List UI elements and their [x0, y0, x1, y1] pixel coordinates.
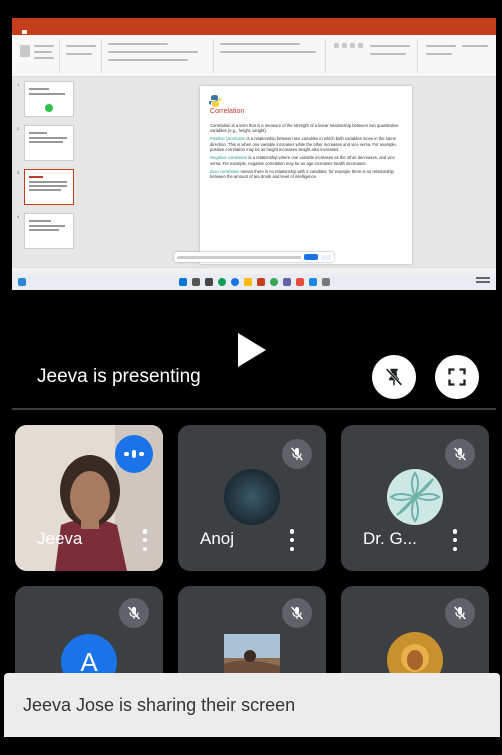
ppt-title-bar: [12, 18, 496, 28]
taskbar-app-icon: [256, 278, 265, 286]
taskbar-app-icon: [295, 278, 304, 286]
more-options-icon[interactable]: [142, 529, 148, 551]
share-bar-text: [177, 255, 302, 259]
participant-name: Dr. G...: [363, 529, 417, 548]
participant-tile-anoj[interactable]: Anoj: [178, 425, 326, 571]
taskbar-app-icon: [269, 278, 278, 286]
ppt-ribbon-tabs: [12, 28, 496, 35]
taskbar-app-icon: [178, 278, 187, 286]
play-icon[interactable]: [238, 333, 266, 367]
slide-paragraph: Positive correlation is a relationship b…: [210, 136, 397, 153]
fullscreen-icon: [448, 368, 466, 386]
taskbar-app-icon: [321, 278, 330, 286]
slide-thumbnail-selected[interactable]: 3: [17, 169, 74, 205]
current-slide: Correlation Correlation is a term that i…: [200, 86, 412, 264]
slide-paragraph: Negative correlation is a relationship w…: [210, 155, 395, 166]
participant-tile-jeeva[interactable]: Jeeva: [15, 425, 163, 571]
stage-divider: [12, 408, 496, 410]
taskbar-app-icon: [243, 278, 252, 286]
mic-off-icon: [291, 606, 303, 620]
muted-indicator: [119, 598, 149, 628]
unpin-button[interactable]: [372, 355, 416, 399]
taskbar-app-icon: [230, 278, 239, 286]
mic-off-icon: [454, 447, 466, 461]
slide-thumbnail[interactable]: 4: [17, 213, 74, 249]
taskbar-app-icon: [282, 278, 291, 286]
mic-off-icon: [291, 447, 303, 461]
participant-tile-dr-g[interactable]: Dr. G...: [341, 425, 489, 571]
muted-indicator: [282, 439, 312, 469]
windows-taskbar: [12, 274, 496, 290]
muted-indicator: [282, 598, 312, 628]
taskbar-clock: [476, 277, 490, 283]
slide-thumbnail[interactable]: 2: [17, 125, 74, 161]
taskbar-app-icon: [204, 278, 213, 286]
slide-thumbnail[interactable]: 1: [17, 81, 74, 117]
mic-off-icon: [454, 606, 466, 620]
participant-avatar: [224, 469, 280, 525]
slide-paragraph: Zero correlation means there is no relat…: [210, 168, 394, 180]
slide-body: Correlation is a term that is a measure …: [210, 123, 400, 182]
screen-share-toast: Jeeva Jose is sharing their screen: [4, 673, 500, 737]
ppt-status-bar: [12, 267, 496, 274]
python-logo-icon: [208, 95, 222, 107]
participant-name: Jeeva: [37, 529, 83, 548]
slide-thumbnails: 1 2 3 4: [16, 81, 76, 261]
slide-title: Correlation: [210, 108, 245, 115]
ppt-ribbon: [12, 35, 496, 77]
toast-message: Jeeva Jose is sharing their screen: [23, 694, 296, 715]
muted-indicator: [445, 439, 475, 469]
stop-sharing-button[interactable]: [304, 254, 318, 260]
more-options-icon[interactable]: [452, 529, 458, 551]
more-options-icon[interactable]: [289, 529, 295, 551]
muted-indicator: [445, 598, 475, 628]
pin-off-icon: [385, 368, 403, 386]
participant-avatar: [387, 469, 443, 525]
slide-paragraph: Correlation is a term that is a measure …: [210, 123, 399, 134]
mic-off-icon: [128, 606, 140, 620]
screen-share-bar: [174, 252, 334, 262]
taskbar-app-icon: [308, 278, 317, 286]
fullscreen-button[interactable]: [435, 355, 479, 399]
hide-button[interactable]: [321, 254, 331, 260]
presenting-label: Jeeva is presenting: [37, 366, 201, 387]
taskbar-app-icon: [191, 278, 200, 286]
speaking-indicator-icon: [115, 435, 153, 473]
taskbar-app-icon: [217, 278, 226, 286]
participant-name: Anoj: [200, 529, 235, 548]
shared-screen: 1 2 3 4 Click to add notes Correlation C…: [12, 18, 496, 290]
windows-start-icon: [18, 278, 26, 286]
